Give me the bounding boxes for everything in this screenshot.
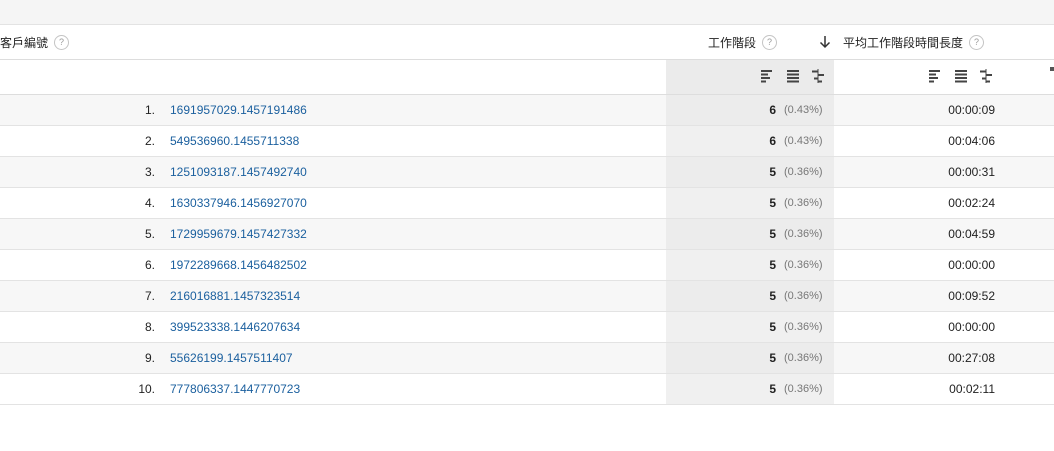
table-row: 4. 1630337946.1456927070 5 (0.36%) 00:02…	[0, 188, 1054, 219]
sessions-value: 5	[769, 382, 776, 396]
sessions-value: 6	[769, 103, 776, 117]
sessions-percent: (0.36%)	[784, 290, 823, 302]
sessions-percent: (0.36%)	[784, 259, 823, 271]
table-row: 9. 55626199.1457511407 5 (0.36%) 00:27:0…	[0, 343, 1054, 374]
client-id-link[interactable]: 1729959679.1457427332	[170, 219, 307, 249]
bar-chart-view-icon[interactable]	[928, 69, 942, 83]
sessions-percent: (0.43%)	[784, 135, 823, 147]
avg-duration-value: 00:27:08	[948, 351, 995, 365]
table-view-icon[interactable]	[954, 69, 968, 83]
sessions-value: 5	[769, 351, 776, 365]
comparison-view-icon[interactable]	[811, 69, 825, 83]
table-row: 6. 1972289668.1456482502 5 (0.36%) 00:00…	[0, 250, 1054, 281]
view-controls-row	[0, 60, 1054, 95]
sessions-value: 5	[769, 165, 776, 179]
avg-duration-value: 00:04:59	[948, 227, 995, 241]
sessions-value: 6	[769, 134, 776, 148]
sessions-value: 5	[769, 289, 776, 303]
table-row: 2. 549536960.1455711338 6 (0.43%) 00:04:…	[0, 126, 1054, 157]
table-row: 3. 1251093187.1457492740 5 (0.36%) 00:00…	[0, 157, 1054, 188]
top-strip	[0, 0, 1054, 25]
client-id-link[interactable]: 216016881.1457323514	[170, 281, 300, 311]
column-header-avg-duration[interactable]: 平均工作階段時間長度?	[843, 25, 985, 59]
client-id-link[interactable]: 399523338.1446207634	[170, 312, 300, 342]
avg-duration-value: 00:00:00	[948, 320, 995, 334]
sessions-percent: (0.36%)	[784, 228, 823, 240]
sessions-header-label: 工作階段	[708, 36, 757, 50]
client-id-link[interactable]: 777806337.1447770723	[170, 374, 300, 404]
help-icon[interactable]: ?	[969, 35, 985, 51]
table-body: 1. 1691957029.1457191486 6 (0.43%) 00:00…	[0, 95, 1054, 405]
table-row: 7. 216016881.1457323514 5 (0.36%) 00:09:…	[0, 281, 1054, 312]
client-id-header-label: 客戶編號	[0, 36, 49, 50]
sessions-value: 5	[769, 227, 776, 241]
avg-duration-value: 00:00:31	[948, 165, 995, 179]
table-row: 10. 777806337.1447770723 5 (0.36%) 00:02…	[0, 374, 1054, 405]
row-index: 1.	[144, 103, 155, 117]
client-id-link[interactable]: 55626199.1457511407	[170, 343, 293, 373]
row-index: 4.	[144, 196, 155, 210]
sessions-column-shade	[666, 60, 834, 94]
sessions-percent: (0.36%)	[784, 321, 823, 333]
row-index: 6.	[144, 258, 155, 272]
client-id-link[interactable]: 1251093187.1457492740	[170, 157, 307, 187]
sessions-percent: (0.36%)	[784, 197, 823, 209]
avg-duration-header-label: 平均工作階段時間長度	[843, 36, 964, 50]
sessions-percent: (0.36%)	[784, 383, 823, 395]
sessions-percent: (0.36%)	[784, 352, 823, 364]
avg-duration-value: 00:04:06	[948, 134, 995, 148]
table-row: 8. 399523338.1446207634 5 (0.36%) 00:00:…	[0, 312, 1054, 343]
table-row: 5. 1729959679.1457427332 5 (0.36%) 00:04…	[0, 219, 1054, 250]
sessions-percent: (0.36%)	[784, 166, 823, 178]
avg-duration-value: 00:02:11	[949, 382, 995, 396]
avg-duration-value: 00:09:52	[948, 289, 995, 303]
help-icon[interactable]: ?	[54, 35, 70, 51]
avg-duration-value: 00:00:09	[948, 103, 995, 117]
row-index: 2.	[144, 134, 155, 148]
avg-duration-value: 00:02:24	[948, 196, 995, 210]
client-id-link[interactable]: 549536960.1455711338	[170, 126, 299, 156]
column-header-client-id[interactable]: 客戶編號?	[0, 25, 70, 59]
comparison-view-icon[interactable]	[979, 69, 993, 83]
sessions-value: 5	[769, 320, 776, 334]
client-id-link[interactable]: 1972289668.1456482502	[170, 250, 307, 280]
row-index: 8.	[144, 320, 155, 334]
table-header: 客戶編號? 工作階段? 平均工作階段時間長度?	[0, 25, 1054, 71]
bar-chart-view-icon[interactable]	[760, 69, 774, 83]
sort-down-arrow-icon[interactable]	[819, 35, 831, 49]
table-view-icon[interactable]	[786, 69, 800, 83]
table-row: 1. 1691957029.1457191486 6 (0.43%) 00:00…	[0, 95, 1054, 126]
sessions-value: 5	[769, 196, 776, 210]
row-index: 9.	[144, 351, 155, 365]
client-id-link[interactable]: 1630337946.1456927070	[170, 188, 307, 218]
row-index: 10.	[138, 382, 155, 396]
column-header-sessions[interactable]: 工作階段?	[708, 25, 778, 59]
sessions-percent: (0.43%)	[784, 104, 823, 116]
row-index: 3.	[144, 165, 155, 179]
sessions-value: 5	[769, 258, 776, 272]
help-icon[interactable]: ?	[762, 35, 778, 51]
row-index: 5.	[144, 227, 155, 241]
client-id-link[interactable]: 1691957029.1457191486	[170, 95, 307, 125]
avg-duration-value: 00:00:00	[948, 258, 995, 272]
row-index: 7.	[144, 289, 155, 303]
